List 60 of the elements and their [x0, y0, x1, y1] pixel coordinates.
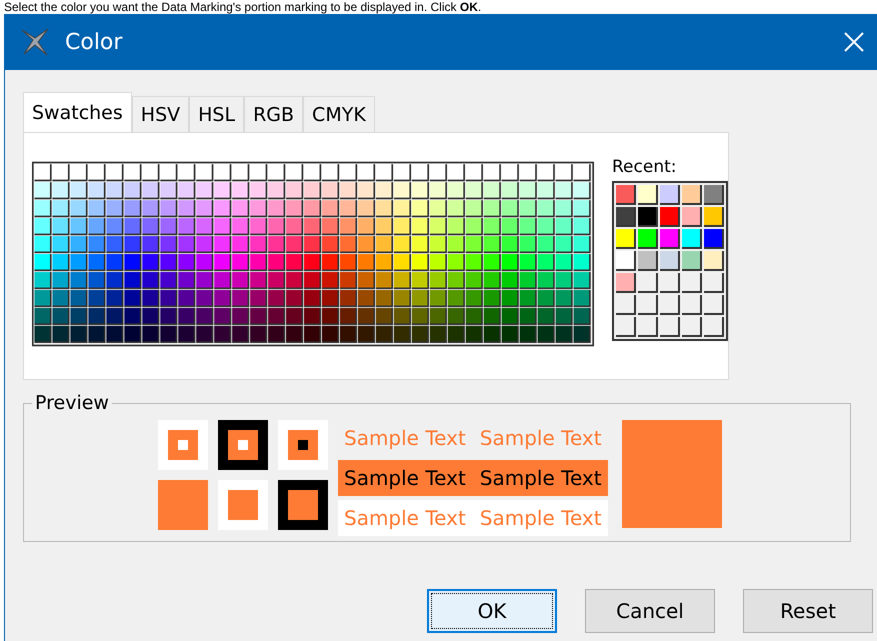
recent-color-swatch[interactable] — [638, 207, 658, 227]
recent-color-swatch[interactable] — [682, 229, 702, 249]
empty-swatch-slot — [704, 317, 724, 337]
recent-color-swatch[interactable] — [638, 251, 658, 271]
preview-swatch — [218, 480, 268, 530]
preview-swatch — [218, 420, 268, 470]
empty-swatch-slot — [616, 317, 636, 337]
recent-color-swatch[interactable] — [616, 229, 636, 249]
empty-swatch-slot — [682, 295, 702, 315]
dialog-button[interactable]: Cancel — [585, 589, 715, 633]
recent-color-swatch[interactable] — [660, 185, 680, 205]
instruction-text: Select the color you want the Data Marking's portion marking to be displayed in. Click OK. — [3, 0, 482, 14]
empty-swatch-slot — [704, 295, 724, 315]
recent-color-swatch[interactable] — [682, 207, 702, 227]
recent-color-swatch[interactable] — [616, 185, 636, 205]
sample-text: Sample Text — [344, 506, 466, 530]
recent-color-swatch[interactable] — [704, 251, 724, 271]
empty-swatch-slot — [682, 317, 702, 337]
dialog-button[interactable]: Reset — [743, 589, 873, 633]
empty-swatch-slot — [682, 273, 702, 293]
empty-swatch-slot — [704, 273, 724, 293]
recent-color-swatch[interactable] — [660, 251, 680, 271]
recent-color-swatch[interactable] — [638, 185, 658, 205]
recent-label: Recent: — [612, 157, 678, 177]
recent-color-swatch[interactable] — [704, 229, 724, 249]
sample-text: Sample Text — [344, 466, 466, 490]
preview-swatch — [278, 420, 328, 470]
sample-text: Sample Text — [344, 426, 466, 450]
recent-color-swatch[interactable] — [660, 229, 680, 249]
recent-color-swatch[interactable] — [682, 185, 702, 205]
sample-text: Sample Text — [480, 426, 602, 450]
preview-title: Preview — [34, 392, 110, 414]
recent-color-swatch[interactable] — [704, 207, 724, 227]
empty-swatch-slot — [638, 317, 658, 337]
dialog-button[interactable]: OK — [427, 589, 557, 633]
recent-color-swatch[interactable] — [682, 251, 702, 271]
recent-color-swatch[interactable] — [704, 185, 724, 205]
app-icon — [19, 26, 51, 58]
recent-color-swatch[interactable] — [616, 251, 636, 271]
empty-swatch-slot — [616, 295, 636, 315]
sample-text: Sample Text — [480, 466, 602, 490]
tab[interactable]: RGB — [244, 96, 304, 132]
tab[interactable]: Swatches — [23, 92, 132, 132]
recent-color-swatch[interactable] — [616, 273, 636, 293]
recent-color-swatch[interactable] — [616, 207, 636, 227]
preview-swatch — [158, 420, 208, 470]
preview-swatch — [278, 480, 328, 530]
recent-color-swatch[interactable] — [638, 229, 658, 249]
empty-swatch-slot — [660, 273, 680, 293]
close-icon[interactable] — [843, 31, 865, 53]
empty-swatch-slot — [660, 317, 680, 337]
window-title: Color — [65, 30, 124, 54]
sample-text: Sample Text — [480, 506, 602, 530]
empty-swatch-slot — [638, 295, 658, 315]
recent-color-swatch[interactable] — [660, 207, 680, 227]
tab[interactable]: CMYK — [303, 96, 375, 132]
tab[interactable]: HSL — [189, 96, 244, 132]
empty-swatch-slot — [638, 273, 658, 293]
empty-swatch-slot — [660, 295, 680, 315]
tab[interactable]: HSV — [132, 96, 190, 132]
